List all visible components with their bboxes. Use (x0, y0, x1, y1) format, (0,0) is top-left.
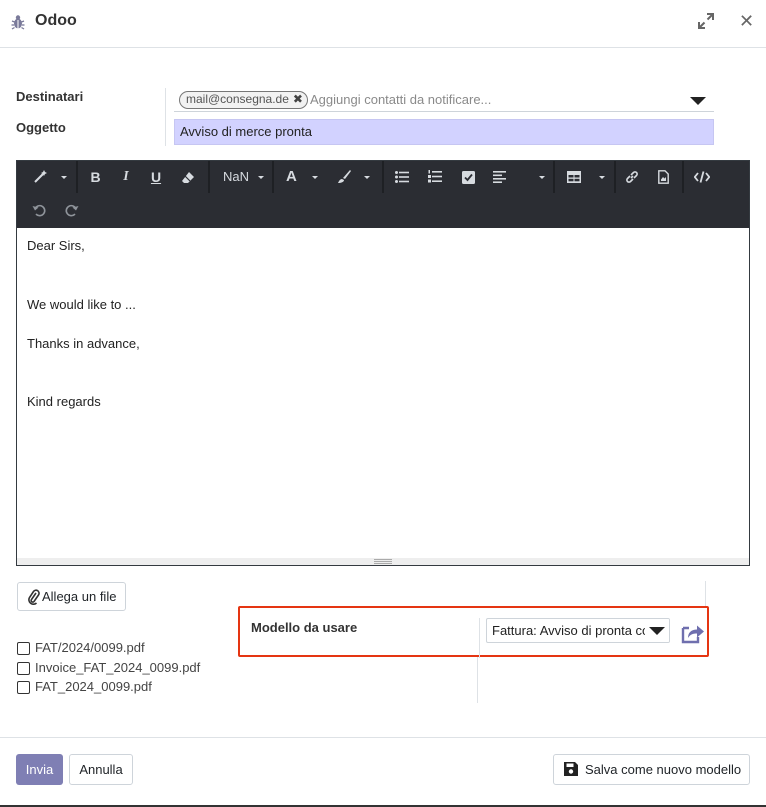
numbered-list-icon (428, 170, 442, 183)
brush-icon (338, 170, 351, 183)
subject-input[interactable]: Avviso di merce pronta (174, 119, 714, 145)
editor-content[interactable]: Dear Sirs, We would like to ... Thanks i… (17, 228, 749, 558)
attach-file-label: Allega un file (42, 589, 117, 604)
recipients-input[interactable]: Aggiungi contatti da notificare... (310, 92, 491, 107)
template-section-highlight: Modello da usare Fattura: Avviso di pron… (238, 606, 709, 658)
field-separator (165, 88, 166, 146)
align-dropdown[interactable] (485, 161, 551, 193)
body-line: Dear Sirs, (27, 238, 85, 253)
send-button[interactable]: Invia (16, 754, 63, 785)
dialog-header: Odoo ✕ (0, 0, 766, 48)
italic-button[interactable]: I (111, 161, 141, 193)
numbered-list-button[interactable] (419, 161, 451, 193)
attachment-name: Invoice_FAT_2024_0099.pdf (35, 660, 201, 675)
eraser-button[interactable] (172, 161, 204, 193)
expand-icon[interactable] (697, 12, 715, 30)
save-as-template-button[interactable]: Salva come nuovo modello (553, 754, 750, 785)
template-select[interactable]: Fattura: Avviso di pronta consegna (486, 618, 670, 643)
subject-label: Oggetto (16, 120, 66, 135)
save-as-template-label: Salva come nuovo modello (585, 762, 742, 777)
body-line: We would like to ... (27, 297, 136, 312)
remove-tag-icon[interactable]: ✖ (293, 92, 303, 107)
file-icon (658, 170, 669, 184)
template-label: Modello da usare (251, 620, 358, 635)
html-editor: B I U NaN A Dear Sirs, We would like to … (16, 160, 750, 566)
magic-wand-icon (34, 170, 47, 183)
bullet-list-button[interactable] (386, 161, 418, 193)
checklist-button[interactable] (452, 161, 484, 193)
recipients-label: Destinatari (16, 89, 84, 104)
recipient-tag: mail@consegna.de ✖ (179, 91, 308, 109)
attach-file-button[interactable]: Allega un file (17, 582, 126, 611)
editor-toolbar: B I U NaN A (17, 161, 749, 228)
share-template-icon[interactable] (681, 622, 705, 644)
table-icon (567, 171, 581, 183)
font-size-dropdown[interactable]: NaN (212, 161, 270, 193)
undo-button[interactable] (23, 194, 55, 226)
template-select-value: Fattura: Avviso di pronta consegna (492, 623, 669, 638)
file-button[interactable] (648, 161, 678, 193)
recipients-field[interactable]: mail@consegna.de ✖ Aggiungi contatti da … (174, 88, 714, 112)
code-view-button[interactable] (686, 161, 718, 193)
undo-icon (32, 204, 46, 217)
compose-dialog: Odoo ✕ Destinatari Oggetto mail@consegna… (0, 0, 766, 807)
save-icon (564, 762, 578, 776)
attachment-checkbox[interactable] (17, 681, 30, 694)
grip-icon (374, 559, 392, 564)
chevron-down-icon (649, 627, 665, 635)
underline-button[interactable]: U (141, 161, 171, 193)
recipient-tag-label: mail@consegna.de (186, 92, 289, 106)
redo-icon (65, 204, 79, 217)
font-color-dropdown[interactable]: A (276, 161, 324, 193)
eraser-icon (182, 172, 194, 183)
divider (705, 581, 706, 607)
paperclip-icon (28, 589, 40, 605)
attachment-checkbox[interactable] (17, 642, 30, 655)
attachment-checkbox[interactable] (17, 662, 30, 675)
table-dropdown[interactable] (557, 161, 611, 193)
magic-wand-button[interactable] (23, 161, 73, 193)
dialog-title: Odoo (35, 12, 77, 29)
bullet-list-icon (395, 171, 409, 183)
divider (479, 618, 480, 658)
close-icon[interactable]: ✕ (739, 12, 755, 30)
body-line: Thanks in advance, (27, 336, 140, 351)
redo-button[interactable] (56, 194, 88, 226)
attachment-name: FAT_2024_0099.pdf (35, 679, 152, 694)
chevron-down-icon[interactable] (690, 97, 706, 105)
link-icon (626, 171, 638, 183)
editor-resize-handle[interactable] (17, 558, 749, 565)
checklist-icon (462, 171, 475, 184)
align-left-icon (493, 171, 506, 183)
bug-icon (11, 15, 25, 30)
body-line: Kind regards (27, 394, 101, 409)
divider (477, 656, 478, 703)
link-button[interactable] (617, 161, 647, 193)
dialog-footer: Invia Annulla Salva come nuovo modello (0, 737, 766, 807)
attachment-name: FAT/2024/0099.pdf (35, 640, 145, 655)
highlight-color-dropdown[interactable] (326, 161, 376, 193)
bold-button[interactable]: B (80, 161, 111, 193)
cancel-button[interactable]: Annulla (69, 754, 133, 785)
code-icon (694, 171, 710, 183)
